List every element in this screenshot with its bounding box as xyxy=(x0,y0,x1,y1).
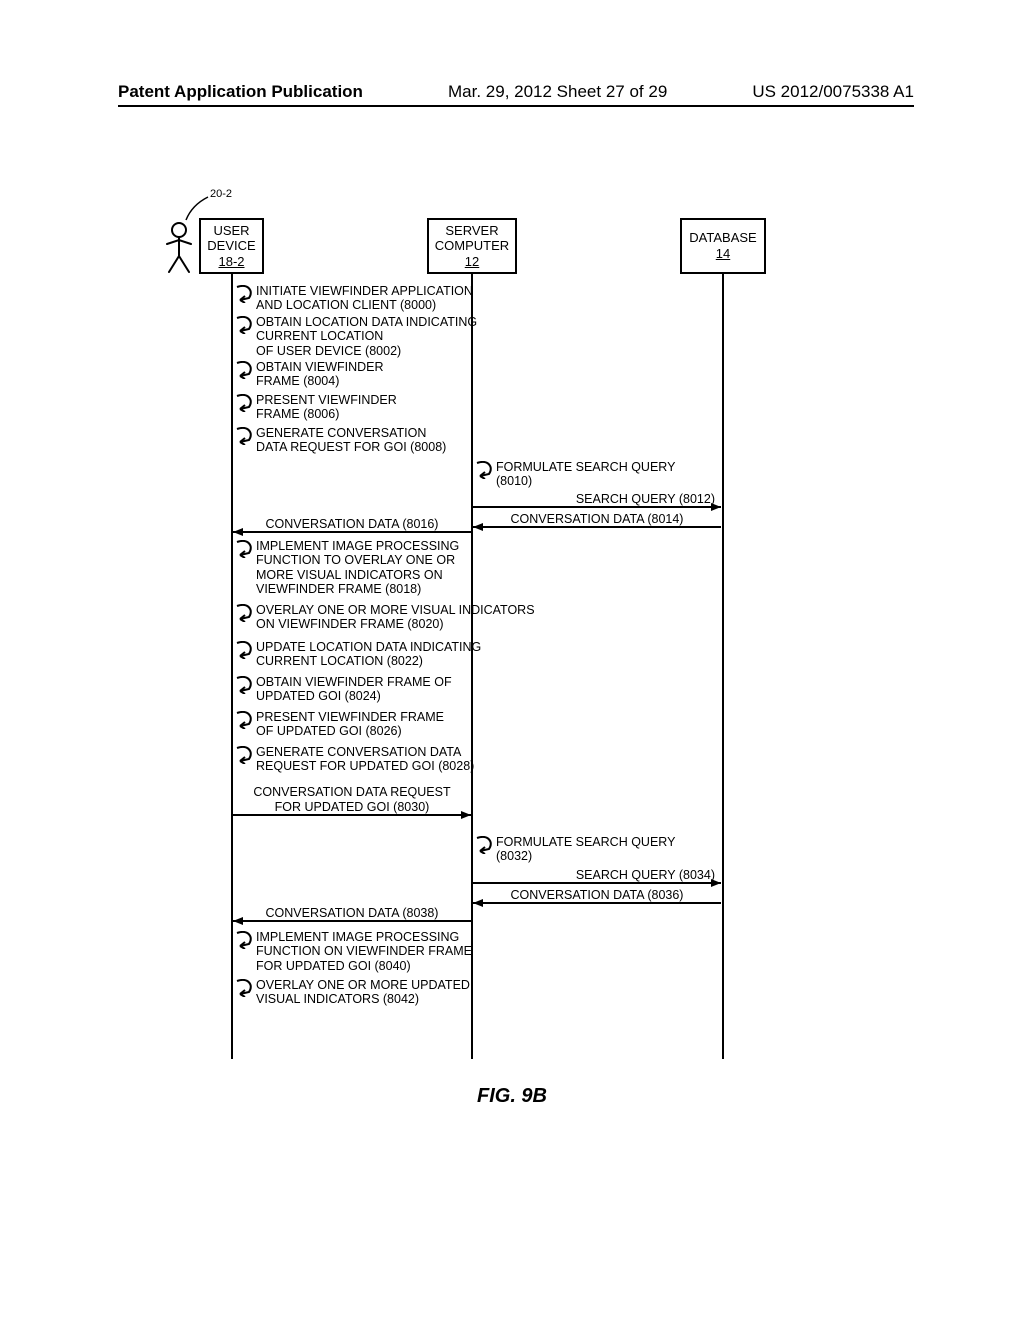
step-8010: FORMULATE SEARCH QUERY (8010) xyxy=(474,460,675,489)
msg-8016: CONVERSATION DATA (8016) xyxy=(233,516,471,536)
sequence-diagram: 20-2 USER DEVICE 18-2 SERVER COMPUTER 12… xyxy=(150,195,770,1065)
header-left: Patent Application Publication xyxy=(118,82,363,102)
box-id: 12 xyxy=(465,254,479,270)
user-actor-icon xyxy=(163,222,195,274)
step-text: OVERLAY ONE OR MORE UPDATED VISUAL INDIC… xyxy=(256,978,470,1007)
step-8032: FORMULATE SEARCH QUERY (8032) xyxy=(474,835,675,864)
self-loop-icon xyxy=(234,361,252,379)
msg-8014: CONVERSATION DATA (8014) xyxy=(473,511,721,531)
step-text: IMPLEMENT IMAGE PROCESSING FUNCTION ON V… xyxy=(256,930,472,973)
step-text: OBTAIN VIEWFINDER FRAME (8004) xyxy=(256,360,384,389)
step-text: PRESENT VIEWFINDER FRAME OF UPDATED GOI … xyxy=(256,710,444,739)
self-loop-icon xyxy=(234,676,252,694)
step-8004: OBTAIN VIEWFINDER FRAME (8004) xyxy=(234,360,384,389)
self-loop-icon xyxy=(234,316,252,334)
box-id: 18-2 xyxy=(218,254,244,270)
self-loop-icon xyxy=(234,540,252,558)
self-loop-icon xyxy=(234,746,252,764)
step-8000: INITIATE VIEWFINDER APPLICATION AND LOCA… xyxy=(234,284,473,313)
self-loop-icon xyxy=(234,979,252,997)
step-8020: OVERLAY ONE OR MORE VISUAL INDICATORS ON… xyxy=(234,603,535,632)
msg-8012: SEARCH QUERY (8012) xyxy=(473,491,721,511)
participant-server: SERVER COMPUTER 12 xyxy=(427,218,517,274)
self-loop-icon xyxy=(234,711,252,729)
page-header: Patent Application Publication Mar. 29, … xyxy=(118,82,914,107)
box-id: 14 xyxy=(716,246,730,262)
step-8024: OBTAIN VIEWFINDER FRAME OF UPDATED GOI (… xyxy=(234,675,452,704)
msg-8034: SEARCH QUERY (8034) xyxy=(473,867,721,887)
lifeline-database xyxy=(722,274,724,1059)
msg-8030: CONVERSATION DATA REQUEST FOR UPDATED GO… xyxy=(233,783,471,819)
step-text: GENERATE CONVERSATION DATA REQUEST FOR U… xyxy=(256,745,474,774)
self-loop-icon xyxy=(234,427,252,445)
step-text: GENERATE CONVERSATION DATA REQUEST FOR G… xyxy=(256,426,446,455)
step-text: UPDATE LOCATION DATA INDICATING CURRENT … xyxy=(256,640,481,669)
step-text: OBTAIN VIEWFINDER FRAME OF UPDATED GOI (… xyxy=(256,675,452,704)
step-8002: OBTAIN LOCATION DATA INDICATING CURRENT … xyxy=(234,315,477,358)
self-loop-icon xyxy=(234,394,252,412)
self-loop-icon xyxy=(234,931,252,949)
step-8026: PRESENT VIEWFINDER FRAME OF UPDATED GOI … xyxy=(234,710,444,739)
msg-8036: CONVERSATION DATA (8036) xyxy=(473,887,721,907)
step-text: IMPLEMENT IMAGE PROCESSING FUNCTION TO O… xyxy=(256,539,459,597)
self-loop-icon xyxy=(234,641,252,659)
box-line: DATABASE xyxy=(689,230,756,246)
box-line: SERVER xyxy=(445,223,498,239)
step-8008: GENERATE CONVERSATION DATA REQUEST FOR G… xyxy=(234,426,446,455)
msg-8038: CONVERSATION DATA (8038) xyxy=(233,905,471,925)
header-right: US 2012/0075338 A1 xyxy=(752,82,914,102)
self-loop-icon xyxy=(474,836,492,854)
self-loop-icon xyxy=(234,604,252,622)
participant-user-device: USER DEVICE 18-2 xyxy=(199,218,264,274)
step-8042: OVERLAY ONE OR MORE UPDATED VISUAL INDIC… xyxy=(234,978,470,1007)
step-8022: UPDATE LOCATION DATA INDICATING CURRENT … xyxy=(234,640,481,669)
step-text: FORMULATE SEARCH QUERY (8010) xyxy=(496,460,675,489)
self-loop-icon xyxy=(234,285,252,303)
step-text: OVERLAY ONE OR MORE VISUAL INDICATORS ON… xyxy=(256,603,535,632)
step-text: INITIATE VIEWFINDER APPLICATION AND LOCA… xyxy=(256,284,473,313)
step-text: OBTAIN LOCATION DATA INDICATING CURRENT … xyxy=(256,315,477,358)
box-line: DEVICE xyxy=(207,238,255,254)
step-8006: PRESENT VIEWFINDER FRAME (8006) xyxy=(234,393,397,422)
msg-text: CONVERSATION DATA REQUEST FOR UPDATED GO… xyxy=(233,785,471,814)
figure-caption: FIG. 9B xyxy=(0,1085,1024,1108)
step-8040: IMPLEMENT IMAGE PROCESSING FUNCTION ON V… xyxy=(234,930,472,973)
step-text: FORMULATE SEARCH QUERY (8032) xyxy=(496,835,675,864)
step-8018: IMPLEMENT IMAGE PROCESSING FUNCTION TO O… xyxy=(234,539,459,597)
self-loop-icon xyxy=(474,461,492,479)
header-middle: Mar. 29, 2012 Sheet 27 of 29 xyxy=(448,82,667,102)
box-line: USER xyxy=(213,223,249,239)
lifeline-user-device xyxy=(231,274,233,1059)
step-8028: GENERATE CONVERSATION DATA REQUEST FOR U… xyxy=(234,745,474,774)
step-text: PRESENT VIEWFINDER FRAME (8006) xyxy=(256,393,397,422)
box-line: COMPUTER xyxy=(435,238,509,254)
participant-database: DATABASE 14 xyxy=(680,218,766,274)
